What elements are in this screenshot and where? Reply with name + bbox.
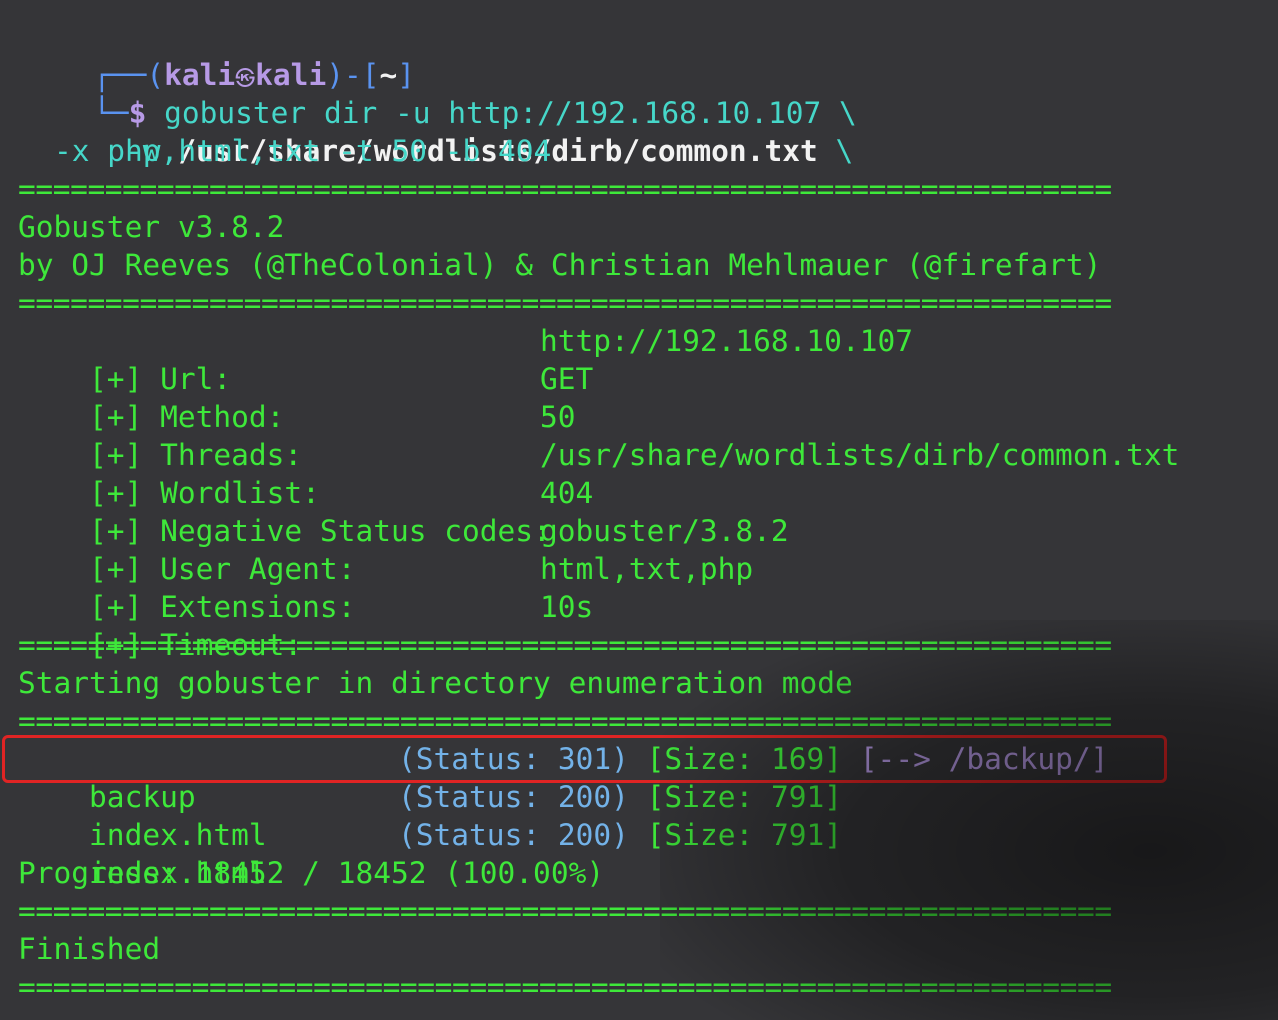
line-continuation: \ <box>835 134 854 168</box>
config-row: [+] Method: GET <box>18 360 1258 434</box>
config-row: [+] Url: http://192.168.10.107 <box>18 322 1258 396</box>
command-line-3: -x php,html,txt -t 50 -b 404 <box>54 134 552 168</box>
result-row: index.html (Status: 200) [Size: 791] <box>18 778 1258 852</box>
start-message: Starting gobuster in directory enumerati… <box>18 666 853 700</box>
config-value: 404 <box>540 476 594 510</box>
result-size: [Size: 791] <box>646 818 843 852</box>
divider: ========================================… <box>18 970 1112 1004</box>
config-value: html,txt,php <box>540 552 754 586</box>
terminal-window[interactable]: ┌──(kali㉿kali)-[~] └─$ gobuster dir -u h… <box>0 0 1278 1020</box>
divider: ========================================… <box>18 894 1112 928</box>
config-row: [+] Negative Status codes: 404 <box>18 474 1258 548</box>
config-value: 50 <box>540 400 576 434</box>
divider: ========================================… <box>18 286 1112 320</box>
result-row: index.html (Status: 200) [Size: 791] <box>18 816 1258 890</box>
config-value: 10s <box>540 590 594 624</box>
config-value: /usr/share/wordlists/dirb/common.txt <box>540 438 1180 472</box>
divider: ========================================… <box>18 172 1112 206</box>
finished-message: Finished <box>18 932 161 966</box>
command-line-1: └─$ gobuster dir -u http://192.168.10.10… <box>22 56 857 130</box>
config-value: http://192.168.10.107 <box>540 324 913 358</box>
config-row: [+] Threads: 50 <box>18 398 1258 472</box>
banner-authors: by OJ Reeves (@TheColonial) & Christian … <box>18 248 1102 282</box>
result-size: [Size: 791] <box>646 780 843 814</box>
config-row: [+] Timeout: 10s <box>18 588 1258 662</box>
result-status: (Status: 200) <box>398 780 629 814</box>
prompt-header: ┌──(kali㉿kali)-[~] <box>93 58 416 92</box>
highlight-annotation-box <box>2 735 1167 783</box>
config-row: [+] Wordlist: /usr/share/wordlists/dirb/… <box>18 436 1258 510</box>
config-value: GET <box>540 362 594 396</box>
result-status: (Status: 200) <box>398 818 629 852</box>
command-line-2: -w /usr/share/wordlists/dirb/common.txt … <box>54 94 853 168</box>
config-row: [+] Extensions: html,txt,php <box>18 550 1258 624</box>
config-value: gobuster/3.8.2 <box>540 514 789 548</box>
progress-line: Progress: 18452 / 18452 (100.00%) <box>18 856 605 890</box>
config-row: [+] User Agent: gobuster/3.8.2 <box>18 512 1258 586</box>
divider: ========================================… <box>18 628 1112 662</box>
banner-version: Gobuster v3.8.2 <box>18 210 285 244</box>
